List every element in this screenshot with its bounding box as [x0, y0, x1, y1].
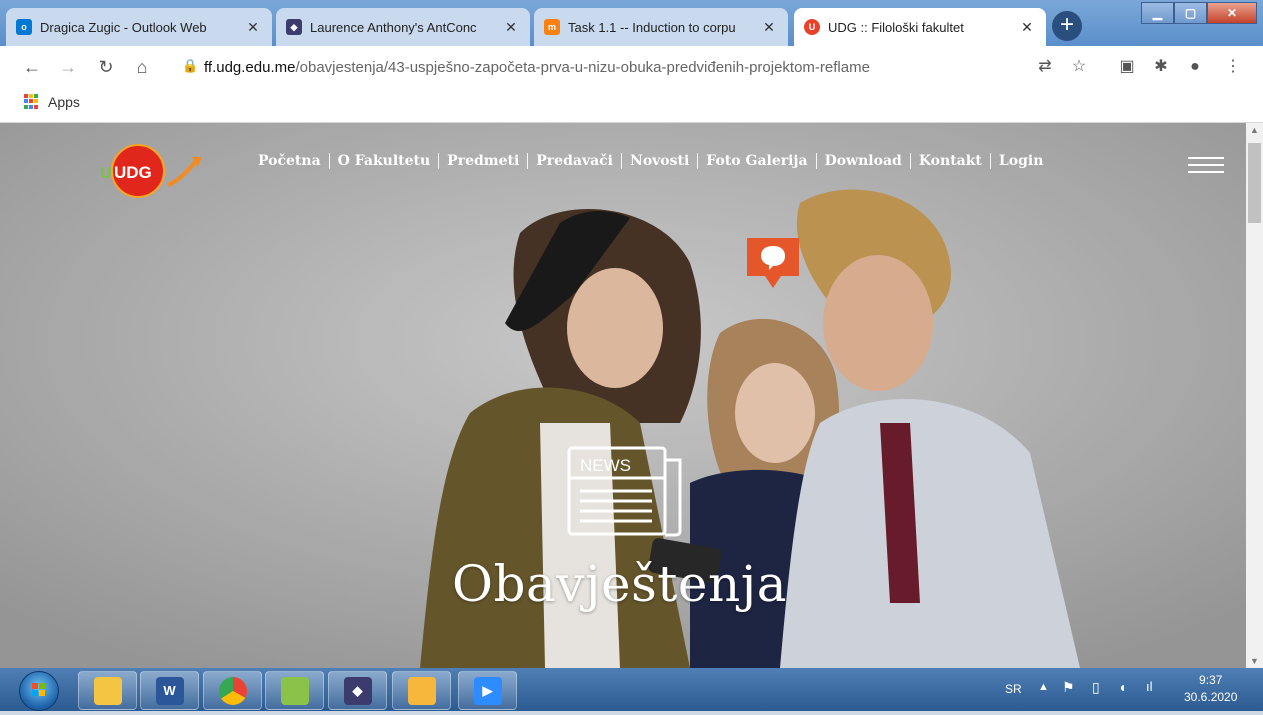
- logo-text: UDG: [114, 163, 152, 182]
- outlook-icon: o: [16, 19, 32, 35]
- nav-predavaci[interactable]: Predavači: [527, 153, 621, 169]
- back-button[interactable]: ←: [20, 55, 44, 79]
- page-viewport: U UDG Početna O Fakultetu Predmeti Preda…: [0, 123, 1246, 668]
- language-indicator[interactable]: SR: [1005, 682, 1022, 696]
- antconc-icon: ◆: [343, 676, 372, 705]
- nav-o-fakultetu[interactable]: O Fakultetu: [328, 153, 439, 169]
- taskbar-explorer[interactable]: [78, 671, 137, 710]
- volume-icon[interactable]: ◖: [1118, 679, 1126, 695]
- hamburger-menu-icon[interactable]: [1188, 157, 1224, 178]
- news-icon-label: NEWS: [580, 456, 631, 475]
- udg-logo[interactable]: U UDG: [96, 141, 206, 201]
- forward-button[interactable]: →: [56, 55, 80, 79]
- scroll-down-icon[interactable]: ▼: [1246, 656, 1263, 666]
- taskbar-app-folder[interactable]: [265, 671, 324, 710]
- minimize-button[interactable]: ▁: [1141, 2, 1174, 24]
- taskbar-chrome[interactable]: [203, 671, 262, 710]
- browser-tab-strip: o Dragica Zugic - Outlook Web ✕ ◆ Lauren…: [0, 0, 1263, 46]
- window-controls: ▁ ▢ ✕: [1141, 2, 1257, 24]
- scroll-thumb[interactable]: [1248, 143, 1261, 223]
- close-tab-icon[interactable]: ✕: [1018, 19, 1036, 36]
- tab-title: Dragica Zugic - Outlook Web: [40, 19, 207, 35]
- network-icon[interactable]: ıl: [1146, 679, 1153, 694]
- profile-icon[interactable]: ●: [1184, 56, 1206, 78]
- tab-title: Laurence Anthony's AntConc: [310, 19, 477, 35]
- battery-icon[interactable]: ▯: [1092, 679, 1100, 696]
- tab-antconc[interactable]: ◆ Laurence Anthony's AntConc ✕: [276, 8, 530, 46]
- system-clock[interactable]: 9:37 30.6.2020: [1184, 672, 1237, 706]
- svg-text:U: U: [100, 165, 112, 182]
- zoom-icon: ▶: [473, 676, 502, 705]
- start-button[interactable]: [19, 671, 59, 711]
- clock-date: 30.6.2020: [1184, 690, 1238, 704]
- nav-login[interactable]: Login: [989, 153, 1051, 169]
- app-icon: [280, 676, 309, 705]
- scroll-up-icon[interactable]: ▲: [1246, 125, 1263, 135]
- nav-pocetna[interactable]: Početna: [258, 153, 329, 169]
- show-hidden-icons-icon[interactable]: ▲: [1038, 681, 1049, 693]
- browser-toolbar: ← → ↻ ⌂ 🔒 ff.udg.edu.me/obavjestenja/43-…: [0, 46, 1263, 88]
- nav-kontakt[interactable]: Kontakt: [909, 153, 990, 169]
- page-title: Obavještenja: [452, 555, 788, 613]
- cast-icon[interactable]: ▣: [1116, 56, 1138, 78]
- taskbar-outlook[interactable]: [392, 671, 451, 710]
- windows-logo-icon: [32, 683, 45, 696]
- chat-bubble-icon: [747, 238, 799, 288]
- site-navigation: Početna O Fakultetu Predmeti Predavači N…: [258, 153, 1051, 169]
- close-tab-icon[interactable]: ✕: [244, 19, 262, 36]
- nav-predmeti[interactable]: Predmeti: [438, 153, 527, 169]
- nav-download[interactable]: Download: [815, 153, 910, 169]
- taskbar-antconc[interactable]: ◆: [328, 671, 387, 710]
- udg-icon: U: [804, 19, 820, 35]
- new-tab-button[interactable]: +: [1052, 11, 1082, 41]
- tab-title: Task 1.1 -- Induction to corpu: [568, 19, 736, 35]
- translate-icon[interactable]: ⇄: [1034, 56, 1056, 78]
- nav-novosti[interactable]: Novosti: [621, 153, 697, 169]
- apps-icon[interactable]: [24, 94, 39, 109]
- news-icon: NEWS: [567, 446, 682, 537]
- extensions-icon[interactable]: ✱: [1150, 56, 1172, 78]
- action-center-icon[interactable]: ⚑: [1062, 679, 1075, 696]
- home-button[interactable]: ⌂: [130, 55, 154, 79]
- tab-moodle-task[interactable]: m Task 1.1 -- Induction to corpu ✕: [534, 8, 788, 46]
- clock-time: 9:37: [1199, 673, 1223, 687]
- close-tab-icon[interactable]: ✕: [760, 19, 778, 36]
- calendar-icon: [407, 676, 436, 705]
- taskbar-word[interactable]: W: [140, 671, 199, 710]
- apps-bookmark[interactable]: Apps: [48, 94, 80, 110]
- windows-taskbar: W ◆ ▶ SR ▲ ⚑ ▯ ◖ ıl 9:37 30.6.2020: [0, 668, 1263, 711]
- chrome-icon: [218, 676, 247, 705]
- url-path: /obavjestenja/43-uspješno-započeta-prva-…: [295, 59, 870, 76]
- reload-button[interactable]: ↻: [94, 55, 118, 79]
- tab-udg[interactable]: U UDG :: Filološki fakultet ✕: [794, 8, 1046, 46]
- address-bar[interactable]: 🔒 ff.udg.edu.me/obavjestenja/43-uspješno…: [170, 52, 1010, 82]
- maximize-button[interactable]: ▢: [1174, 2, 1207, 24]
- close-tab-icon[interactable]: ✕: [502, 19, 520, 36]
- moodle-icon: m: [544, 19, 560, 35]
- lock-icon[interactable]: 🔒: [182, 58, 198, 74]
- word-icon: W: [155, 676, 184, 705]
- nav-foto-galerija[interactable]: Foto Galerija: [697, 153, 815, 169]
- url-text: ff.udg.edu.me/obavjestenja/43-uspješno-z…: [204, 59, 870, 76]
- bookmark-star-icon[interactable]: ☆: [1068, 56, 1090, 78]
- tab-title: UDG :: Filološki fakultet: [828, 19, 964, 35]
- url-host: ff.udg.edu.me: [204, 59, 296, 76]
- folder-icon: [93, 676, 122, 705]
- page-scrollbar[interactable]: ▲ ▼: [1246, 123, 1263, 668]
- close-window-button[interactable]: ✕: [1207, 2, 1257, 24]
- tab-outlook[interactable]: o Dragica Zugic - Outlook Web ✕: [6, 8, 272, 46]
- bookmarks-bar: [0, 88, 1263, 123]
- antconc-icon: ◆: [286, 19, 302, 35]
- taskbar-zoom[interactable]: ▶: [458, 671, 517, 710]
- menu-icon[interactable]: ⋮: [1222, 56, 1244, 78]
